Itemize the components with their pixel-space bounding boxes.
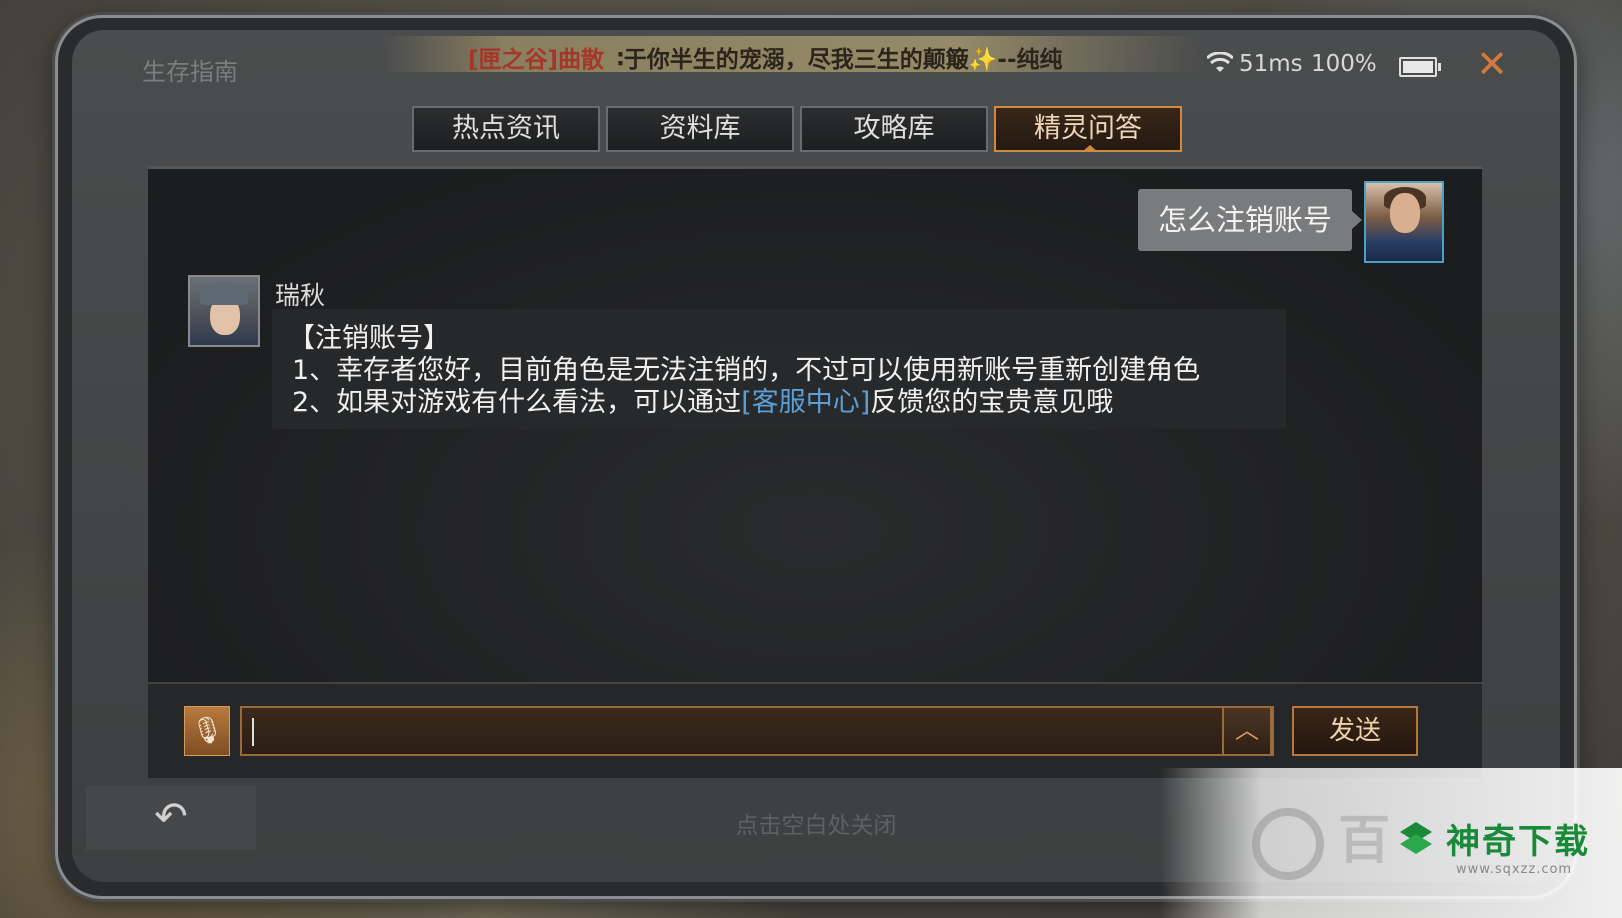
text-caret xyxy=(252,718,254,746)
chat-panel[interactable]: 怎么注销账号 瑞秋 【注销账号】 1、幸存者您好，目前角色是无法注销的，不过可以… xyxy=(148,166,1482,685)
bot-bubble: 【注销账号】 1、幸存者您好，目前角色是无法注销的，不过可以使用新账号重新创建角… xyxy=(272,309,1286,429)
tab-qa[interactable]: 精灵问答 xyxy=(994,106,1182,152)
watermark-logo-icon xyxy=(1400,822,1432,854)
window-title: 生存指南 xyxy=(142,58,238,86)
customer-service-link[interactable]: [客服中心] xyxy=(741,387,870,418)
user-bubble: 怎么注销账号 xyxy=(1137,189,1363,251)
top-bar: 生存指南 [匣之谷]曲散 ∶于你半生的宠溺，尽我三生的颠簸✨--纯纯 51ms … xyxy=(72,30,1560,100)
reply-heading: 【注销账号】 xyxy=(288,323,450,354)
reply-line-2-text: 2、如果对游戏有什么看法，可以通过 xyxy=(292,387,742,418)
tab-hot-news[interactable]: 热点资讯 xyxy=(412,106,600,152)
reply-line-2: 2、如果对游戏有什么看法，可以通过[客服中心]反馈您的宝贵意见哦 xyxy=(292,387,1113,419)
ping-value: 51ms xyxy=(1239,51,1303,77)
watermark: 百 神奇下载 www.sqxzz.com xyxy=(1160,768,1622,918)
bot-name: 瑞秋 xyxy=(275,281,326,310)
guide-window: 生存指南 [匣之谷]曲散 ∶于你半生的宠溺，尽我三生的颠簸✨--纯纯 51ms … xyxy=(72,30,1560,882)
tab-strategy[interactable]: 攻略库 xyxy=(800,106,988,152)
input-area: 🎙 ︿ 发送 xyxy=(148,682,1482,778)
chevron-up-icon[interactable]: ︿ xyxy=(1222,706,1272,756)
bot-avatar xyxy=(188,275,260,347)
battery-percent: 100% xyxy=(1311,51,1377,77)
tab-database[interactable]: 资料库 xyxy=(606,106,794,152)
close-icon[interactable]: ✕ xyxy=(1470,42,1514,86)
reply-line-2-tail: 反馈您的宝贵意见哦 xyxy=(870,387,1114,418)
marquee-text: ∶于你半生的宠溺，尽我三生的颠簸✨--纯纯 xyxy=(617,47,1063,73)
watermark-url: www.sqxzz.com xyxy=(1456,862,1573,877)
reply-line-1: 1、幸存者您好，目前角色是无法注销的，不过可以使用新账号重新创建角色 xyxy=(292,355,1201,386)
microphone-icon[interactable]: 🎙 xyxy=(184,706,230,756)
watermark-faded-text: 百 xyxy=(1338,811,1391,871)
wifi-icon xyxy=(1205,51,1235,80)
announcement-marquee: [匣之谷]曲散 ∶于你半生的宠溺，尽我三生的颠簸✨--纯纯 xyxy=(382,36,1202,73)
battery-icon xyxy=(1399,57,1441,77)
watermark-circle-icon xyxy=(1252,808,1324,880)
user-avatar xyxy=(1364,181,1444,263)
watermark-brand: 神奇下载 xyxy=(1446,822,1590,862)
marquee-guild: [匣之谷]曲散 xyxy=(468,47,605,73)
message-input[interactable] xyxy=(240,706,1274,756)
send-button[interactable]: 发送 xyxy=(1292,706,1418,756)
